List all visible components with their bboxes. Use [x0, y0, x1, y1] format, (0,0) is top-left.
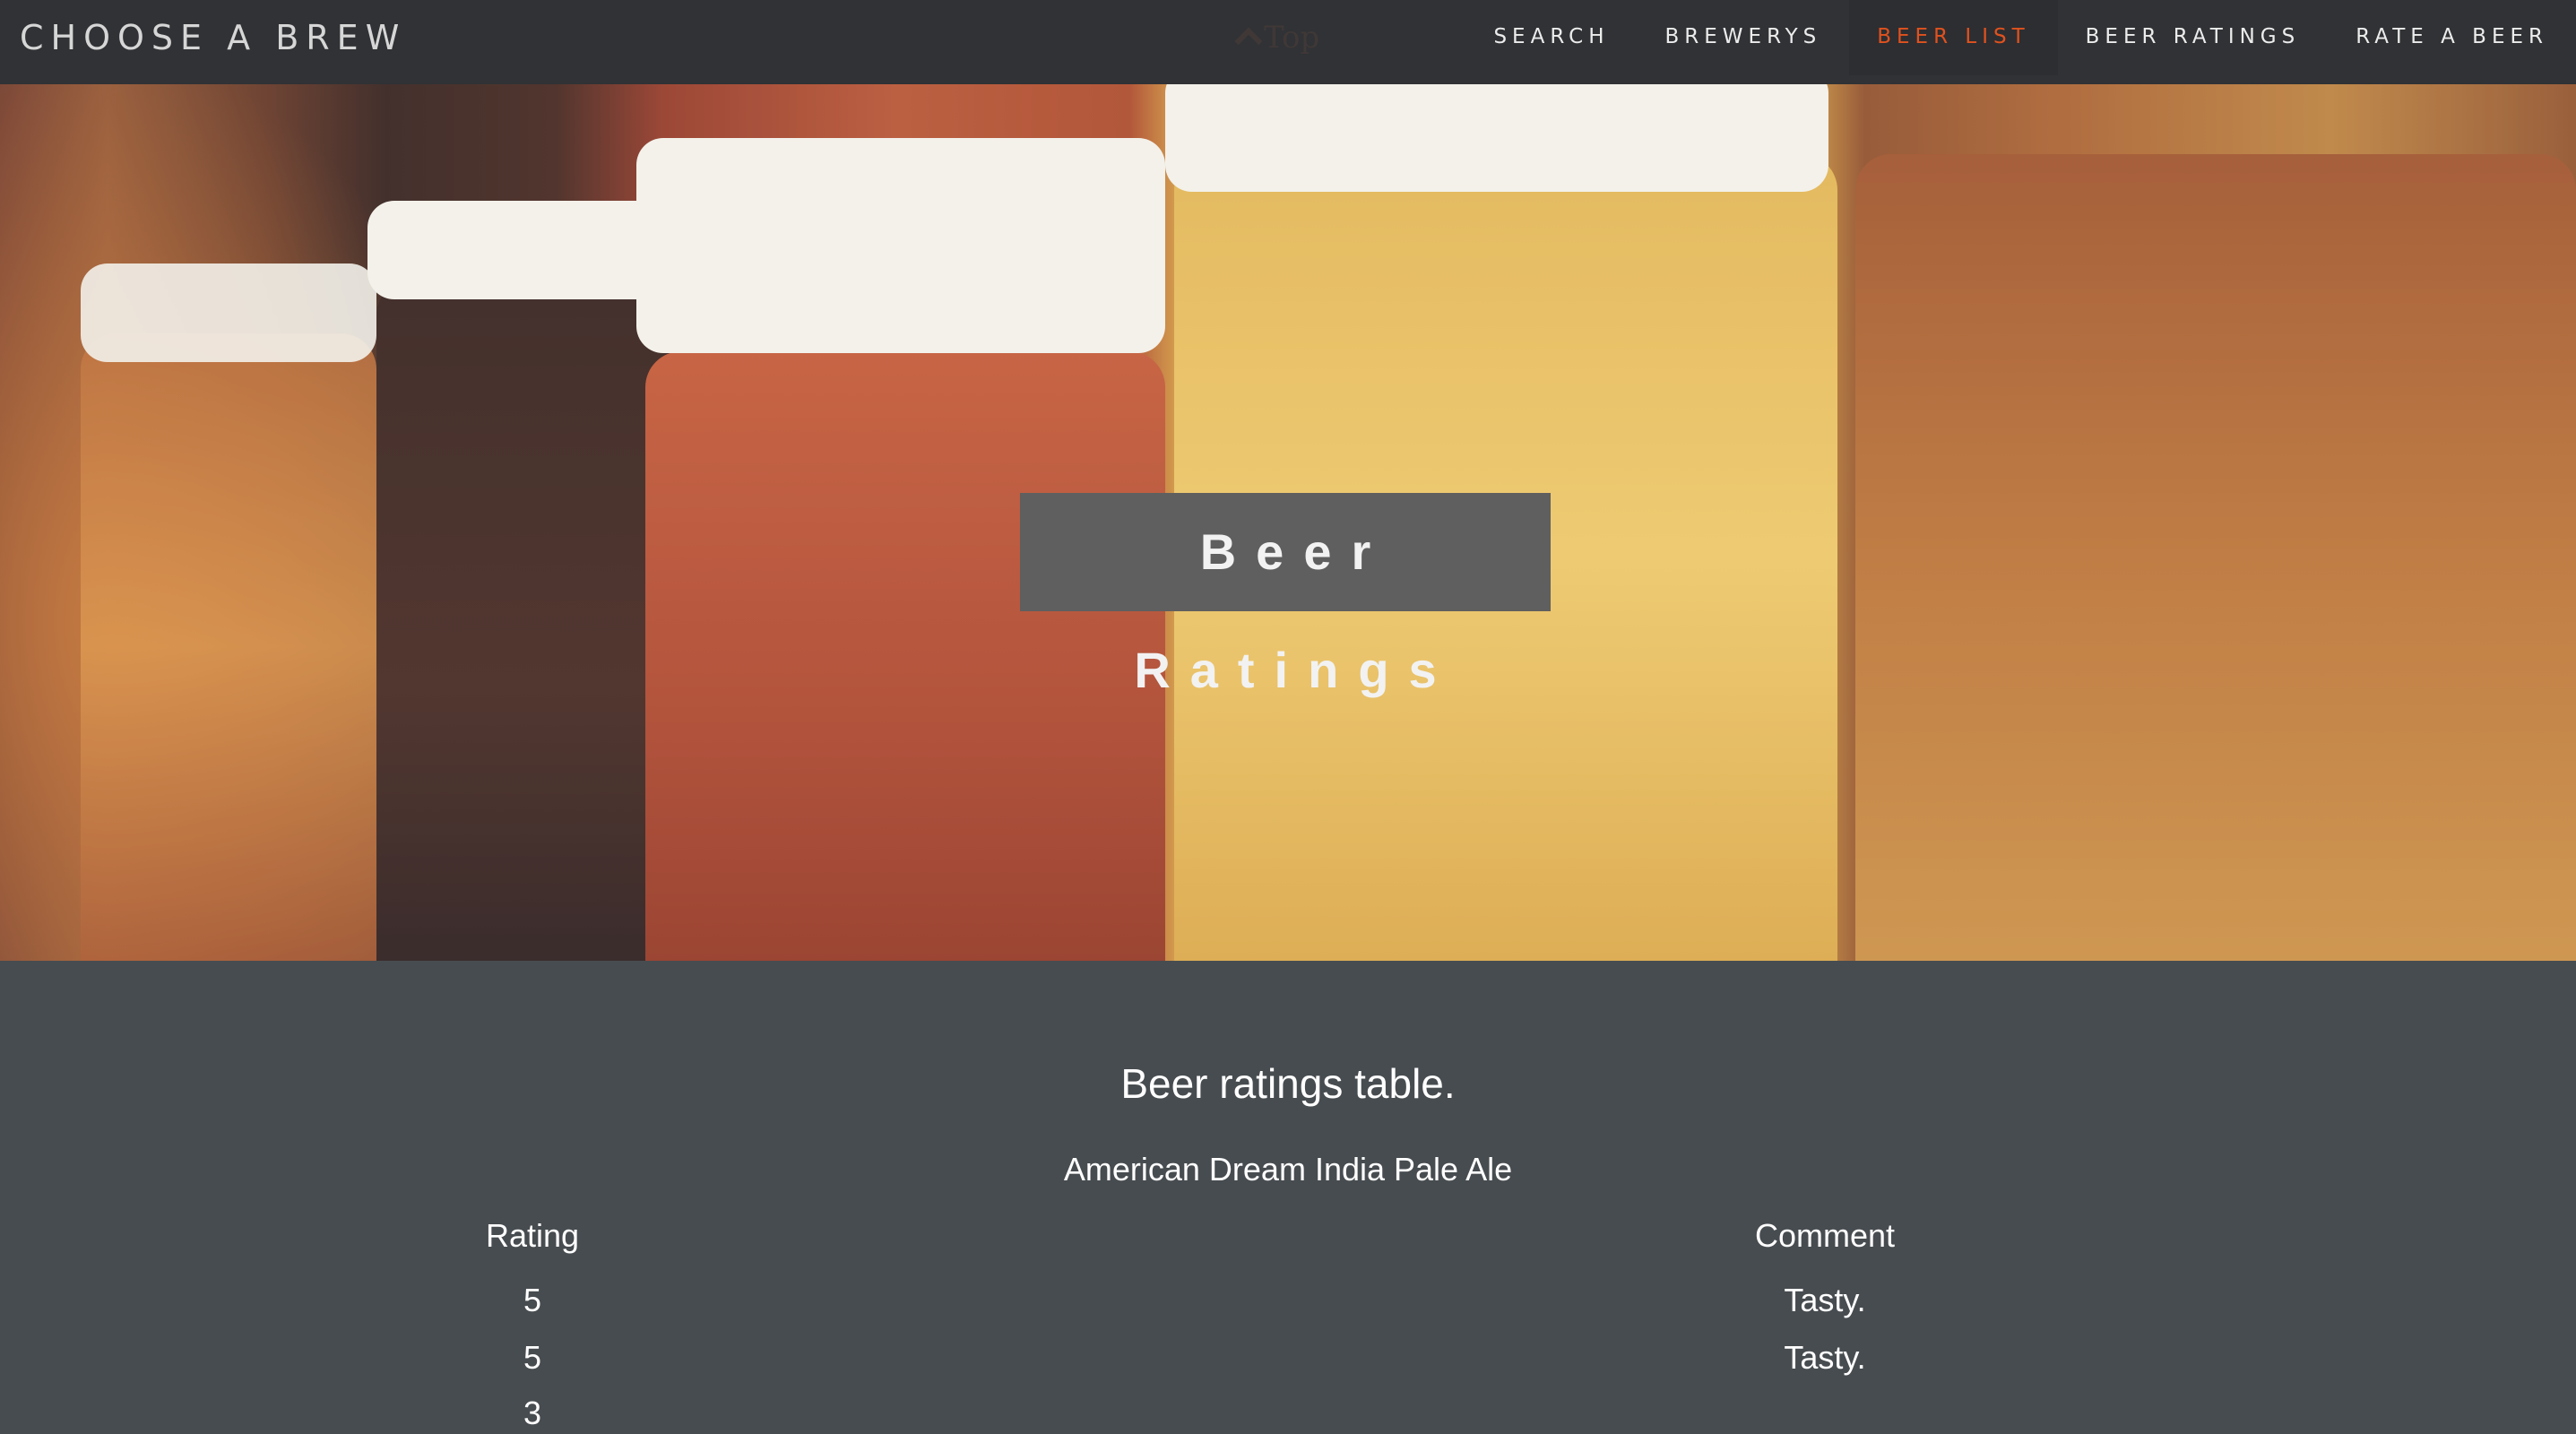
- back-to-top-link[interactable]: Top: [1234, 13, 1320, 63]
- ratings-section: Beer ratings table. American Dream India…: [0, 961, 2576, 1434]
- nav-item-beer-list[interactable]: BEER LIST: [1849, 0, 2058, 75]
- table-title: Beer ratings table.: [1120, 1060, 1456, 1107]
- column-header-comment: Comment: [1754, 1217, 1896, 1254]
- nav-menu: SEARCH BREWERYS BEER LIST BEER RATINGS R…: [1465, 0, 2576, 75]
- nav-item-beer-ratings[interactable]: BEER RATINGS: [2058, 0, 2329, 75]
- column-header-rating: Rating: [485, 1217, 580, 1254]
- hero-title: Beer Ratings: [1020, 493, 1551, 698]
- chevron-up-icon: [1234, 27, 1263, 56]
- comment-cell: Tasty.: [1784, 1282, 1866, 1318]
- beer-name: American Dream India Pale Ale: [1063, 1151, 1513, 1188]
- comment-cell: Tasty.: [1784, 1339, 1866, 1376]
- back-to-top-label: Top: [1264, 20, 1320, 56]
- navbar: CHOOSE A BREW Top SEARCH BREWERYS BEER L…: [0, 0, 2576, 84]
- rating-cell: 5: [523, 1339, 542, 1376]
- nav-item-search[interactable]: SEARCH: [1465, 0, 1637, 75]
- rating-cell: 5: [523, 1282, 542, 1318]
- nav-item-rate-a-beer[interactable]: RATE A BEER: [2328, 0, 2576, 75]
- brand-logo[interactable]: CHOOSE A BREW: [20, 0, 406, 75]
- nav-item-brewerys[interactable]: BREWERYS: [1638, 0, 1850, 75]
- rating-cell: 3: [523, 1395, 542, 1431]
- hero-banner: Beer Ratings: [0, 84, 2576, 961]
